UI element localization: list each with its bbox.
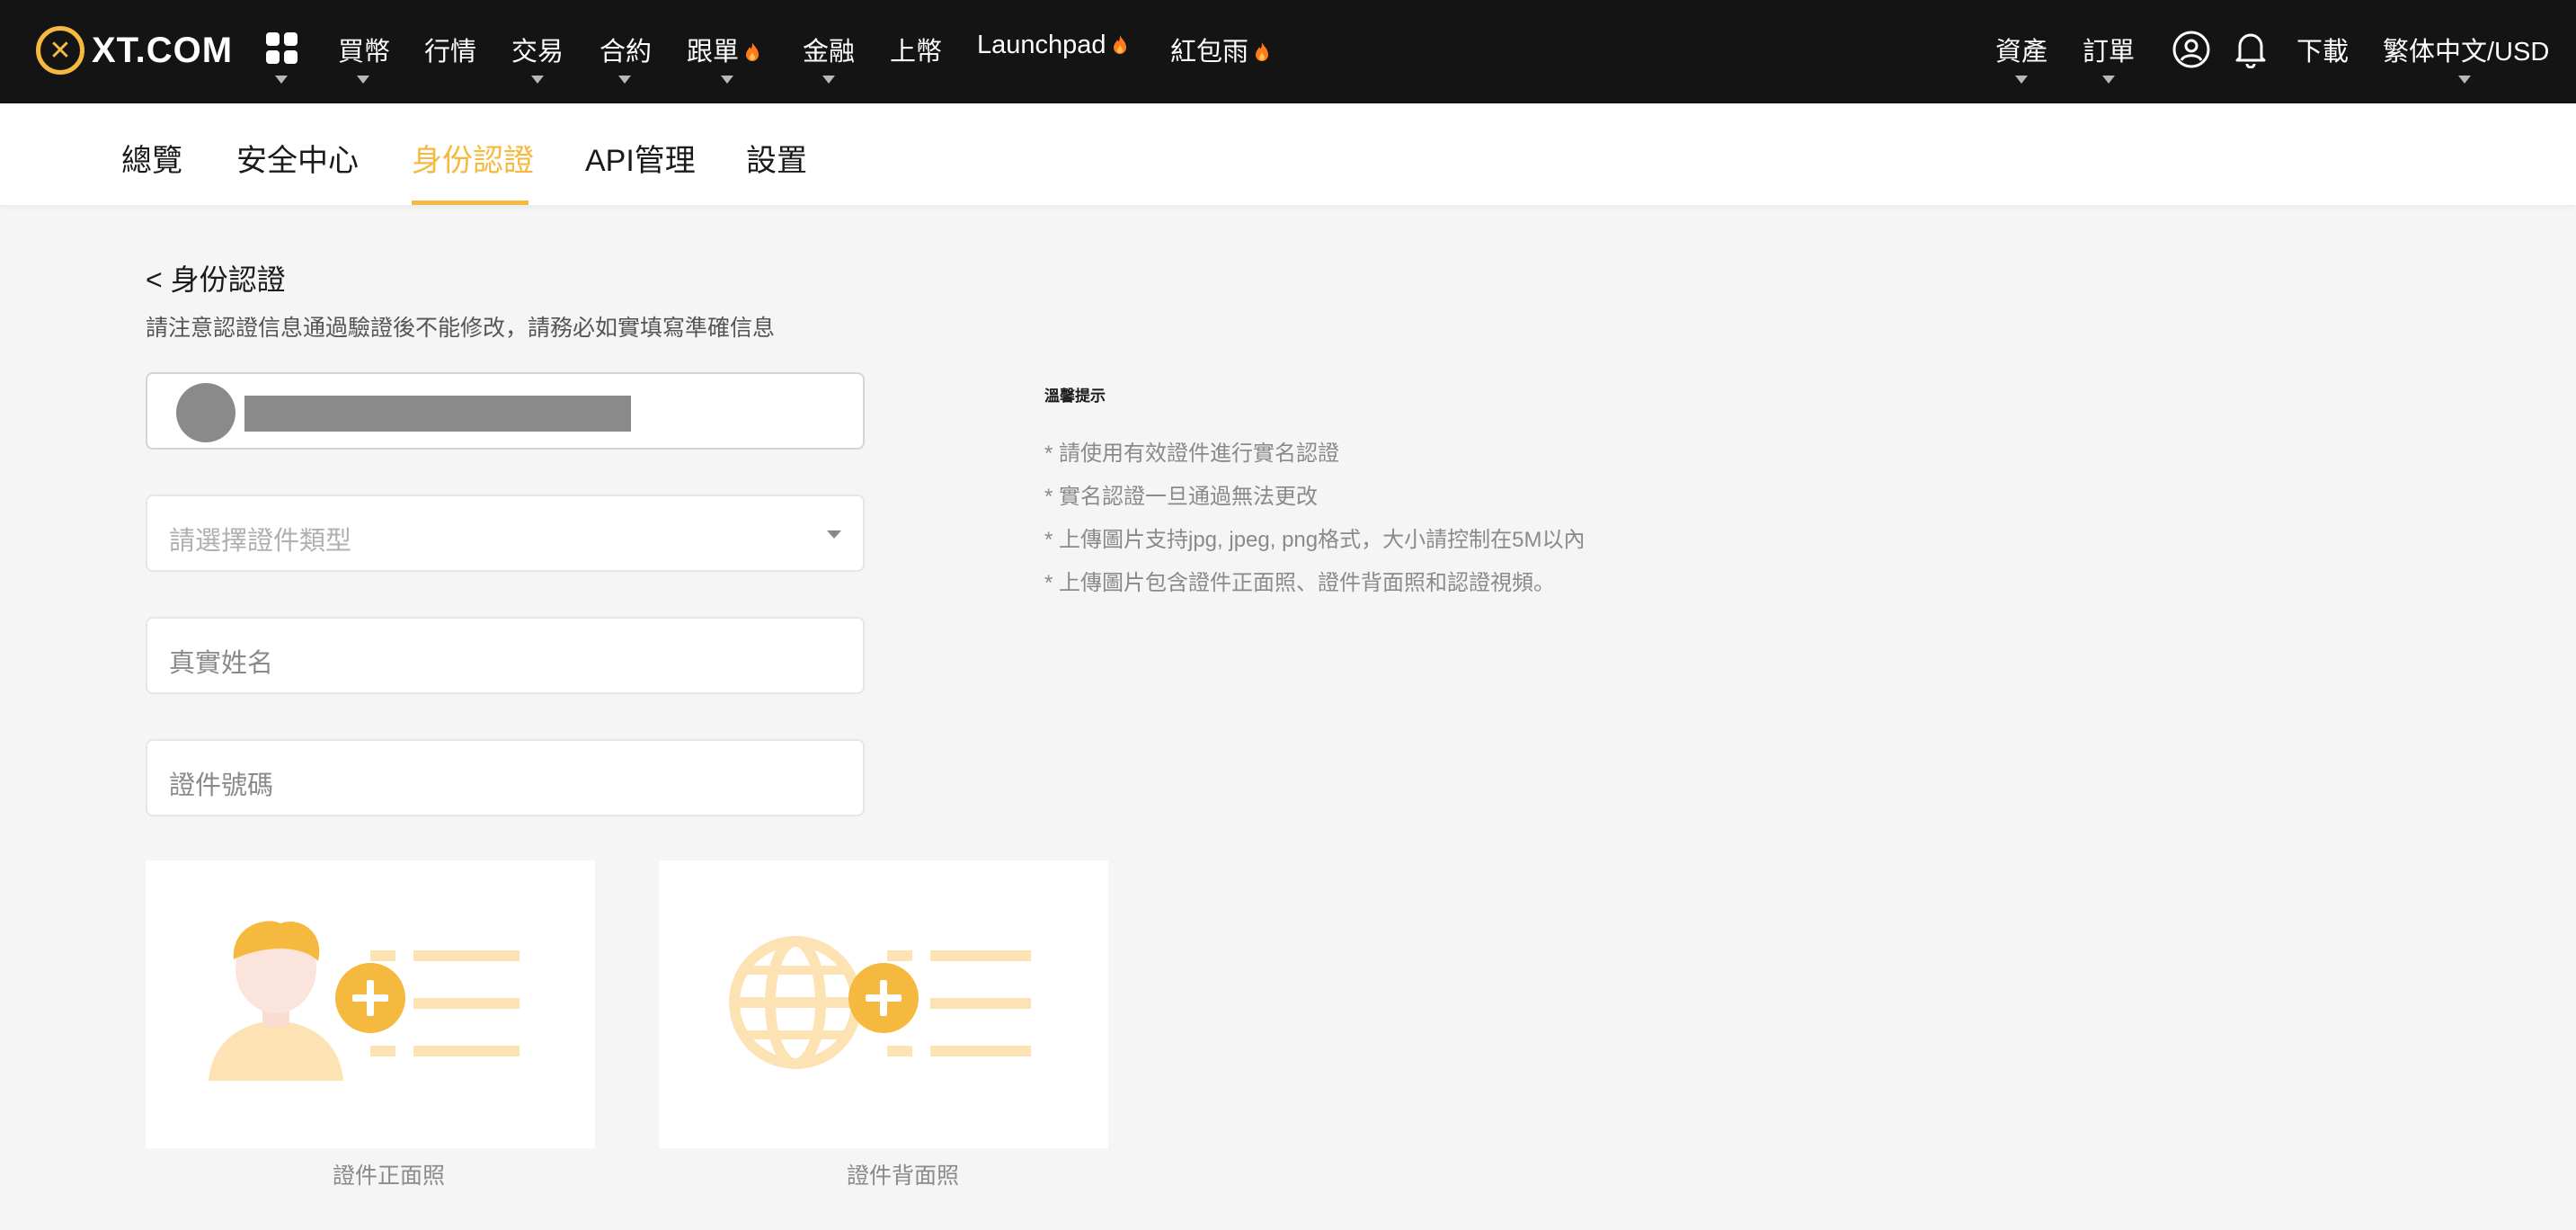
- avatar: [176, 383, 235, 442]
- nav-trade[interactable]: 交易: [511, 31, 564, 68]
- chevron-down-icon: [275, 76, 288, 84]
- id-back-globe-icon: [729, 936, 1031, 1069]
- tip-item: * 上傳圖片包含證件正面照、證件背面照和認證視頻。: [1044, 571, 1556, 595]
- bell-icon[interactable]: [2233, 29, 2269, 68]
- chevron-down-icon: [2102, 76, 2115, 84]
- id-type-placeholder: 請選擇證件類型: [169, 527, 352, 556]
- chevron-down-icon: [2458, 76, 2471, 84]
- tip-item: * 請使用有效證件進行實名認證: [1044, 441, 1340, 466]
- tips-title: 溫馨提示: [1044, 388, 1106, 405]
- id-number-placeholder: 證件號碼: [169, 771, 274, 800]
- nav-buy-crypto[interactable]: 買幣: [338, 31, 390, 68]
- nav-listing[interactable]: 上幣: [890, 31, 942, 68]
- nav-orders[interactable]: 訂單: [2083, 31, 2135, 68]
- fire-icon: [746, 42, 759, 61]
- nav-markets[interactable]: 行情: [424, 31, 476, 68]
- chevron-down-icon: [822, 76, 835, 84]
- xt-logo[interactable]: ✕ XT.COM: [36, 22, 233, 79]
- id-front-person-icon: [209, 921, 520, 1081]
- chevron-down-icon: [531, 76, 544, 84]
- fire-icon: [1256, 42, 1269, 61]
- nav-download[interactable]: 下載: [2296, 31, 2349, 68]
- back-page-title[interactable]: < 身份認證: [146, 257, 286, 299]
- upload-back-label: 證件背面照: [847, 1163, 960, 1189]
- real-name-input[interactable]: 真實姓名: [146, 617, 865, 694]
- nav-copy-trading-label: 跟單: [687, 38, 740, 67]
- tab-settings[interactable]: 設置: [746, 136, 807, 180]
- nav-copy-trading[interactable]: 跟單: [687, 31, 760, 68]
- id-number-input[interactable]: 證件號碼: [146, 739, 865, 816]
- nav-launchpad[interactable]: Launchpad: [977, 31, 1128, 60]
- fire-icon: [1113, 35, 1126, 54]
- tab-identity-verification[interactable]: 身份認證: [412, 136, 534, 180]
- upload-front-label: 證件正面照: [333, 1163, 446, 1189]
- top-navbar: ✕ XT.COM 買幣 行情 交易 合約 跟單 金融 上幣 Launchpad …: [0, 0, 2576, 103]
- upload-id-front[interactable]: [146, 860, 595, 1148]
- logo-text: XT.COM: [92, 30, 234, 70]
- account-subnav: 總覽 安全中心 身份認證 API管理 設置: [0, 103, 2576, 205]
- nav-locale[interactable]: 繁体中文/USD: [2383, 31, 2549, 68]
- nav-futures[interactable]: 合約: [600, 31, 652, 68]
- nav-red-packet-label: 紅包雨: [1170, 38, 1249, 67]
- real-name-placeholder: 真實姓名: [169, 649, 274, 678]
- active-tab-indicator: [412, 201, 529, 205]
- chevron-down-icon: [721, 76, 733, 84]
- apps-grid-icon[interactable]: [266, 32, 300, 67]
- verification-notice: 請注意認證信息通過驗證後不能修改，請務必如實填寫準確信息: [146, 316, 776, 341]
- id-type-select[interactable]: 請選擇證件類型: [146, 495, 865, 572]
- tab-api-management[interactable]: API管理: [585, 136, 696, 180]
- nav-assets[interactable]: 資產: [1995, 31, 2047, 68]
- nav-launchpad-label: Launchpad: [977, 31, 1106, 59]
- chevron-down-icon: [357, 76, 369, 84]
- upload-id-back[interactable]: [659, 860, 1108, 1148]
- tip-item: * 上傳圖片支持jpg, jpeg, png格式，大小請控制在5M以內: [1044, 528, 1586, 552]
- masked-account-name: [244, 396, 631, 432]
- chevron-down-icon: [827, 530, 841, 539]
- user-circle-icon[interactable]: [2172, 31, 2210, 68]
- nav-finance[interactable]: 金融: [803, 31, 855, 68]
- tab-overview[interactable]: 總覽: [121, 136, 182, 180]
- account-info-field: [146, 372, 865, 450]
- chevron-down-icon: [618, 76, 631, 84]
- tip-item: * 實名認證一旦通過無法更改: [1044, 485, 1319, 509]
- nav-red-packet-rain[interactable]: 紅包雨: [1170, 31, 1270, 68]
- chevron-down-icon: [2015, 76, 2028, 84]
- logo-mark-icon: ✕: [36, 26, 84, 75]
- tab-security-center[interactable]: 安全中心: [236, 136, 359, 180]
